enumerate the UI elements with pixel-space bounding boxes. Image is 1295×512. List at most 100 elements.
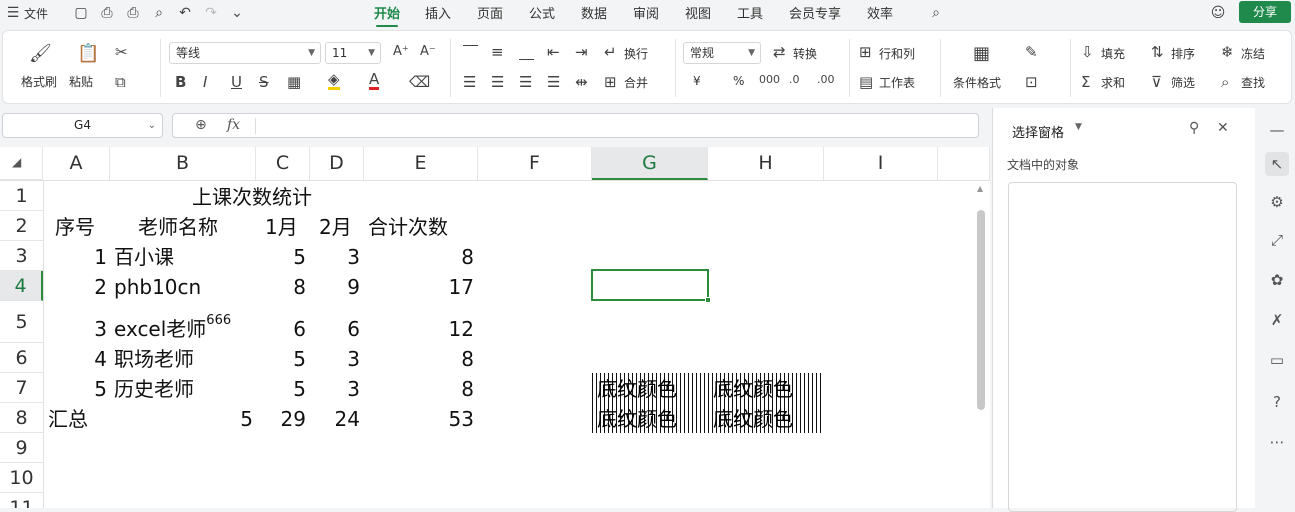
- table-cell[interactable]: 百小课: [114, 245, 174, 269]
- distribute-icon[interactable]: ⇹: [575, 73, 588, 91]
- scrollbar-thumb[interactable]: [977, 210, 985, 410]
- effects-icon[interactable]: ✿: [1265, 268, 1289, 292]
- column-header-e[interactable]: E: [364, 147, 478, 180]
- tab-formula[interactable]: 公式: [529, 3, 555, 22]
- row-header-6[interactable]: 6: [0, 343, 43, 373]
- decrease-decimal-icon[interactable]: .00: [817, 73, 835, 86]
- column-header-c[interactable]: C: [256, 147, 310, 180]
- increase-font-icon[interactable]: A⁺: [393, 44, 409, 59]
- paste-icon[interactable]: 📋: [77, 43, 99, 64]
- row-col-button[interactable]: 行和列: [879, 45, 915, 62]
- tools-icon[interactable]: ✗: [1265, 308, 1289, 332]
- transform-icon[interactable]: ⤢: [1265, 228, 1289, 252]
- column-header-f[interactable]: F: [478, 147, 592, 180]
- pattern-cell[interactable]: 底纹颜色: [597, 407, 677, 431]
- row-header-11[interactable]: 11: [0, 493, 43, 508]
- file-menu[interactable]: 文件: [24, 5, 48, 22]
- table-cell[interactable]: 9: [310, 275, 360, 299]
- tab-member[interactable]: 会员专享: [789, 3, 841, 22]
- pattern-cell[interactable]: 底纹颜色: [713, 377, 793, 401]
- underline-icon[interactable]: U: [231, 73, 242, 91]
- adjust-icon[interactable]: ⚙: [1265, 190, 1289, 214]
- header-cell[interactable]: 序号: [55, 215, 95, 239]
- fill-button[interactable]: 填充: [1101, 45, 1125, 62]
- sum-button[interactable]: 求和: [1101, 74, 1125, 91]
- align-bottom-icon[interactable]: ⎽: [519, 43, 534, 61]
- summary-label[interactable]: 汇总: [48, 407, 88, 431]
- tab-view[interactable]: 视图: [685, 3, 711, 22]
- chevron-down-icon[interactable]: ⌄: [228, 4, 246, 22]
- table-cell[interactable]: 职场老师: [114, 347, 194, 371]
- font-name-select[interactable]: 等线 ▼: [169, 42, 321, 64]
- font-color-icon[interactable]: A: [369, 71, 380, 90]
- redo-icon[interactable]: ↷: [202, 4, 220, 22]
- find-icon[interactable]: ⌕: [1221, 73, 1229, 91]
- table-cell[interactable]: 17: [364, 275, 474, 299]
- currency-button[interactable]: ¥: [693, 74, 701, 88]
- chat-icon[interactable]: ☺: [1209, 4, 1227, 22]
- table-cell[interactable]: 1: [43, 245, 107, 269]
- menu-icon[interactable]: ☰: [4, 4, 22, 22]
- decrease-indent-icon[interactable]: ⇤: [547, 43, 560, 61]
- object-list[interactable]: [1008, 182, 1237, 512]
- export-pdf-icon[interactable]: ⎙: [98, 4, 116, 22]
- tab-home[interactable]: 开始: [374, 3, 400, 27]
- wrap-text-icon[interactable]: ↵: [604, 43, 617, 61]
- freeze-icon[interactable]: ❄: [1221, 43, 1234, 61]
- header-cell[interactable]: 老师名称: [138, 215, 218, 239]
- conditional-format-icon[interactable]: ▦: [973, 43, 990, 64]
- save-icon[interactable]: ▢: [72, 4, 90, 22]
- tab-page[interactable]: 页面: [477, 3, 503, 22]
- fx-icon[interactable]: fx: [227, 117, 240, 133]
- table-cell[interactable]: 2: [43, 275, 107, 299]
- book-icon[interactable]: ▭: [1265, 348, 1289, 372]
- paste-button[interactable]: 粘贴: [69, 73, 93, 90]
- row-header-4[interactable]: 4: [0, 271, 43, 301]
- select-all-corner[interactable]: ◢: [0, 147, 43, 180]
- tab-review[interactable]: 审阅: [633, 3, 659, 22]
- print-icon[interactable]: ⎙: [124, 4, 142, 22]
- tab-insert[interactable]: 插入: [425, 3, 451, 22]
- table-title[interactable]: 上课次数统计: [192, 185, 312, 209]
- row-col-icon[interactable]: ⊞: [859, 43, 872, 61]
- freeze-button[interactable]: 冻结: [1241, 45, 1265, 62]
- table-cell[interactable]: 12: [364, 317, 474, 341]
- fill-color-icon[interactable]: ◈: [328, 71, 340, 90]
- row-header-1[interactable]: 1: [0, 181, 43, 211]
- table-cell[interactable]: 24: [310, 407, 360, 431]
- chevron-down-icon[interactable]: ▼: [1075, 122, 1082, 132]
- row-header-9[interactable]: 9: [0, 433, 43, 463]
- table-cell[interactable]: 4: [43, 347, 107, 371]
- decrease-font-icon[interactable]: A⁻: [420, 44, 436, 59]
- row-header-10[interactable]: 10: [0, 463, 43, 493]
- pattern-cell[interactable]: 底纹颜色: [597, 377, 677, 401]
- align-left-icon[interactable]: ☰: [463, 73, 476, 91]
- table-cell[interactable]: 5: [110, 407, 253, 431]
- scroll-up-icon[interactable]: ▲: [977, 184, 983, 193]
- collapse-icon[interactable]: —: [1265, 118, 1289, 142]
- column-header-d[interactable]: D: [310, 147, 364, 180]
- header-cell[interactable]: 合计次数: [368, 215, 448, 239]
- header-cell[interactable]: 2月: [319, 215, 352, 239]
- filter-icon[interactable]: ⊽: [1151, 73, 1162, 91]
- fill-icon[interactable]: ⇩: [1081, 43, 1094, 61]
- table-cell[interactable]: 3: [310, 377, 360, 401]
- table-cell[interactable]: 历史老师: [114, 377, 194, 401]
- table-cell[interactable]: 6: [310, 317, 360, 341]
- share-button[interactable]: 分享: [1239, 1, 1291, 23]
- table-cell[interactable]: phb10cn: [114, 275, 201, 299]
- align-center-icon[interactable]: ☰: [491, 73, 504, 91]
- table-cell[interactable]: 5: [43, 377, 107, 401]
- pointer-icon[interactable]: ↖: [1265, 152, 1289, 176]
- row-header-3[interactable]: 3: [0, 241, 43, 271]
- number-format-select[interactable]: 常规 ▼: [683, 42, 761, 64]
- table-cell[interactable]: 3: [310, 347, 360, 371]
- tab-data[interactable]: 数据: [581, 3, 607, 22]
- justify-icon[interactable]: ☰: [547, 73, 560, 91]
- copy-icon[interactable]: ⧉: [115, 73, 126, 91]
- tab-efficiency[interactable]: 效率: [867, 3, 893, 22]
- column-header-g[interactable]: G: [592, 147, 708, 180]
- worksheet-button[interactable]: 工作表: [879, 74, 915, 91]
- align-middle-icon[interactable]: ≡: [491, 43, 504, 61]
- print-preview-icon[interactable]: ⌕: [150, 4, 168, 22]
